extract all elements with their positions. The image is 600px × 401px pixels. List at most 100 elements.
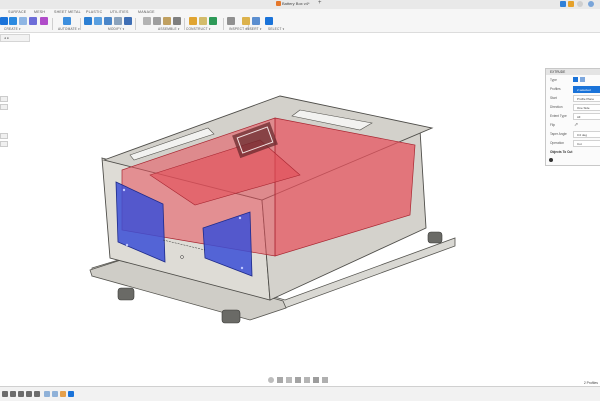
operation-row: Operation Cut xyxy=(546,139,600,148)
timeline-bar: 2 Profiles xyxy=(0,381,600,401)
thin-extrude-icon[interactable] xyxy=(580,77,585,82)
create-sketch-icon[interactable] xyxy=(0,17,8,25)
select-icon[interactable] xyxy=(265,17,273,25)
taper-angle-input[interactable]: 0.0 deg xyxy=(573,131,600,138)
tab-mesh[interactable]: MESH xyxy=(34,10,45,14)
modify-menu[interactable]: MODIFY ▾ xyxy=(108,27,124,31)
automate-menu[interactable]: AUTOMATE ▾ xyxy=(58,27,80,31)
extensions-icon[interactable] xyxy=(560,1,566,7)
select-menu[interactable]: SELECT ▾ xyxy=(268,27,284,31)
hole-icon[interactable] xyxy=(29,17,37,25)
document-title: Battery Box v4* xyxy=(282,1,310,6)
extrude-type-icon[interactable] xyxy=(573,77,578,82)
timeline-start-icon[interactable] xyxy=(2,391,8,397)
new-component-icon[interactable] xyxy=(143,17,151,25)
as-built-joint-icon[interactable] xyxy=(163,17,171,25)
offset-plane-icon[interactable] xyxy=(189,17,197,25)
extrude-panel-header[interactable]: EXTRUDE xyxy=(546,69,600,75)
start-dropdown[interactable]: Profile Plane xyxy=(573,95,600,102)
flip-icon[interactable]: ⇗ xyxy=(574,122,578,128)
construct-menu[interactable]: CONSTRUCT ▾ xyxy=(186,27,211,31)
objects-to-cut-row[interactable]: Objects To Cut xyxy=(546,148,600,157)
avatar[interactable] xyxy=(588,1,594,7)
extent-type-dropdown[interactable]: All xyxy=(573,113,600,120)
selection-status: 2 Profiles xyxy=(583,381,598,385)
toolbar-divider xyxy=(223,18,224,30)
grid-settings-icon[interactable] xyxy=(322,377,328,383)
model-viewport[interactable] xyxy=(0,34,600,381)
tab-surface[interactable]: SURFACE xyxy=(8,10,26,14)
plane-at-angle-icon[interactable] xyxy=(199,17,207,25)
notifications-icon[interactable] xyxy=(568,1,574,7)
joint-icon[interactable] xyxy=(153,17,161,25)
timeline-feature-icon[interactable] xyxy=(44,391,50,397)
fillet-icon[interactable] xyxy=(94,17,102,25)
tab-plastic[interactable]: PLASTIC xyxy=(86,10,102,14)
press-pull-icon[interactable] xyxy=(84,17,92,25)
navigation-bar xyxy=(268,377,334,384)
toolbar-divider xyxy=(184,18,185,30)
taper-angle-label: Taper Angle xyxy=(550,132,567,136)
foot xyxy=(117,287,135,301)
ribbon-toolbar: CREATE ▾ AUTOMATE ▾ MODIFY ▾ ASSEMBLE ▾ … xyxy=(0,16,600,33)
operation-label: Operation xyxy=(550,141,564,145)
timeline-end-icon[interactable] xyxy=(34,391,40,397)
insert-derive-icon[interactable] xyxy=(242,17,250,25)
fit-icon[interactable] xyxy=(304,377,310,383)
profiles-label: Profiles xyxy=(550,87,561,91)
taper-angle-row: Taper Angle 0.0 deg xyxy=(546,130,600,139)
type-row: Type xyxy=(546,76,600,85)
timeline-feature-icon[interactable] xyxy=(52,391,58,397)
motion-link-icon[interactable] xyxy=(173,17,181,25)
pan-icon[interactable] xyxy=(286,377,292,383)
display-settings-icon[interactable] xyxy=(313,377,319,383)
timeline-play-icon[interactable] xyxy=(18,391,24,397)
timeline-feature-icon[interactable] xyxy=(60,391,66,397)
midplane-icon[interactable] xyxy=(209,17,217,25)
orbit-icon[interactable] xyxy=(268,377,274,383)
inspect-menu[interactable]: INSPECT ▾ xyxy=(229,27,247,31)
shell-icon[interactable] xyxy=(114,17,122,25)
workspace-tabs: SURFACE MESH SHEET METAL PLASTIC UTILITI… xyxy=(0,9,600,16)
new-tab-icon[interactable]: + xyxy=(318,0,322,6)
bolt-hole xyxy=(240,266,244,270)
direction-row: Direction One Side xyxy=(546,103,600,112)
type-label: Type xyxy=(550,78,557,82)
extrude-icon[interactable] xyxy=(9,17,17,25)
flip-row: Flip ⇗ xyxy=(546,121,600,130)
automate-icon[interactable] xyxy=(63,17,71,25)
foot xyxy=(221,309,241,324)
look-at-icon[interactable] xyxy=(277,377,283,383)
toolbar-divider xyxy=(80,18,81,30)
insert-image-icon[interactable] xyxy=(252,17,260,25)
operation-dropdown[interactable]: Cut xyxy=(573,140,600,147)
timeline-forward-icon[interactable] xyxy=(26,391,32,397)
toolbar-divider xyxy=(52,18,53,30)
insert-menu[interactable]: INSERT ▾ xyxy=(246,27,262,31)
timeline-feature-icon[interactable] xyxy=(68,391,74,397)
timeline-back-icon[interactable] xyxy=(10,391,16,397)
measure-icon[interactable] xyxy=(227,17,235,25)
help-icon[interactable] xyxy=(577,1,583,7)
extent-type-label: Extent Type xyxy=(550,114,567,118)
info-icon[interactable] xyxy=(549,158,553,162)
combine-icon[interactable] xyxy=(124,17,132,25)
flip-label: Flip xyxy=(550,123,556,127)
form-icon[interactable] xyxy=(40,17,48,25)
objects-to-cut-label: Objects To Cut xyxy=(550,150,573,154)
tab-manage[interactable]: MANAGE xyxy=(138,10,155,14)
direction-dropdown[interactable]: One Side xyxy=(573,104,600,111)
start-row: Start Profile Plane xyxy=(546,94,600,103)
assemble-menu[interactable]: ASSEMBLE ▾ xyxy=(158,27,180,31)
bolt-hole xyxy=(122,188,126,192)
toolbar-divider xyxy=(135,18,136,30)
tab-utilities[interactable]: UTILITIES xyxy=(110,10,129,14)
revolve-icon[interactable] xyxy=(19,17,27,25)
profiles-selection[interactable]: 2 selected xyxy=(573,86,600,93)
tab-sheet-metal[interactable]: SHEET METAL xyxy=(54,10,81,14)
chamfer-icon[interactable] xyxy=(104,17,112,25)
foot xyxy=(427,231,443,244)
zoom-icon[interactable] xyxy=(295,377,301,383)
extrude-panel-title: EXTRUDE xyxy=(550,70,566,74)
create-menu[interactable]: CREATE ▾ xyxy=(4,27,21,31)
